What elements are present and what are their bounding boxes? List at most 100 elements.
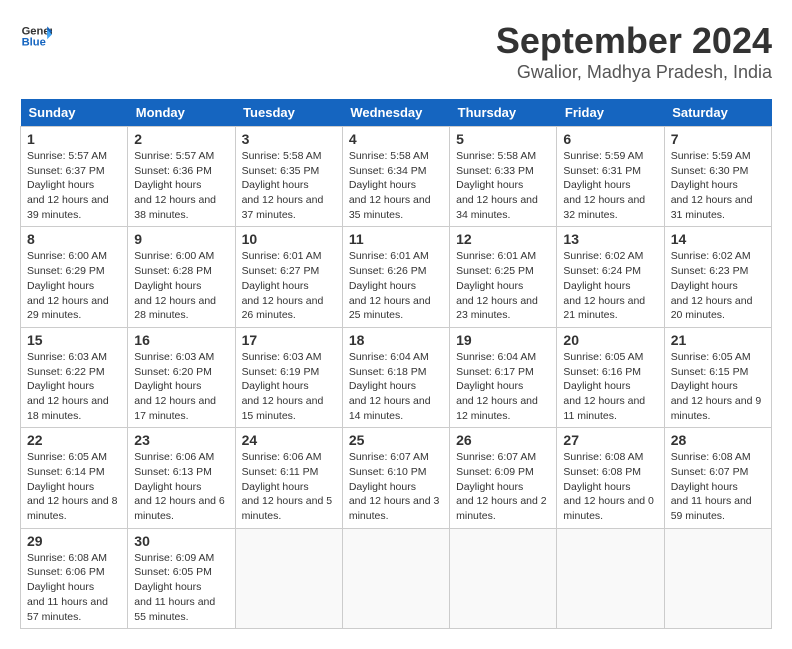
- day-number: 17: [242, 332, 336, 348]
- day-number: 13: [563, 231, 657, 247]
- day-number: 5: [456, 131, 550, 147]
- day-number: 21: [671, 332, 765, 348]
- day-number: 23: [134, 432, 228, 448]
- table-row: 2 Sunrise: 5:57 AMSunset: 6:36 PMDayligh…: [128, 127, 235, 227]
- day-number: 25: [349, 432, 443, 448]
- day-number: 10: [242, 231, 336, 247]
- day-info: Sunrise: 6:04 AMSunset: 6:18 PMDaylight …: [349, 351, 431, 422]
- table-row: 7 Sunrise: 5:59 AMSunset: 6:30 PMDayligh…: [664, 127, 771, 227]
- calendar-row: 1 Sunrise: 5:57 AMSunset: 6:37 PMDayligh…: [21, 127, 772, 227]
- day-info: Sunrise: 5:57 AMSunset: 6:36 PMDaylight …: [134, 150, 216, 221]
- table-row: 22 Sunrise: 6:05 AMSunset: 6:14 PMDaylig…: [21, 428, 128, 528]
- table-row: 28 Sunrise: 6:08 AMSunset: 6:07 PMDaylig…: [664, 428, 771, 528]
- table-row: 23 Sunrise: 6:06 AMSunset: 6:13 PMDaylig…: [128, 428, 235, 528]
- table-row: 10 Sunrise: 6:01 AMSunset: 6:27 PMDaylig…: [235, 227, 342, 327]
- day-number: 4: [349, 131, 443, 147]
- table-row: 29 Sunrise: 6:08 AMSunset: 6:06 PMDaylig…: [21, 528, 128, 628]
- calendar-row: 8 Sunrise: 6:00 AMSunset: 6:29 PMDayligh…: [21, 227, 772, 327]
- table-row: 5 Sunrise: 5:58 AMSunset: 6:33 PMDayligh…: [450, 127, 557, 227]
- table-row: 13 Sunrise: 6:02 AMSunset: 6:24 PMDaylig…: [557, 227, 664, 327]
- table-row: 1 Sunrise: 5:57 AMSunset: 6:37 PMDayligh…: [21, 127, 128, 227]
- header-tuesday: Tuesday: [235, 99, 342, 127]
- table-row: 30 Sunrise: 6:09 AMSunset: 6:05 PMDaylig…: [128, 528, 235, 628]
- day-number: 2: [134, 131, 228, 147]
- day-number: 28: [671, 432, 765, 448]
- day-info: Sunrise: 5:58 AMSunset: 6:35 PMDaylight …: [242, 150, 324, 221]
- calendar-row: 22 Sunrise: 6:05 AMSunset: 6:14 PMDaylig…: [21, 428, 772, 528]
- day-info: Sunrise: 6:01 AMSunset: 6:25 PMDaylight …: [456, 250, 538, 321]
- calendar-table: Sunday Monday Tuesday Wednesday Thursday…: [20, 99, 772, 629]
- day-number: 11: [349, 231, 443, 247]
- table-row: 17 Sunrise: 6:03 AMSunset: 6:19 PMDaylig…: [235, 327, 342, 427]
- table-row: 24 Sunrise: 6:06 AMSunset: 6:11 PMDaylig…: [235, 428, 342, 528]
- day-info: Sunrise: 6:04 AMSunset: 6:17 PMDaylight …: [456, 351, 538, 422]
- calendar-subtitle: Gwalior, Madhya Pradesh, India: [496, 62, 772, 83]
- table-row: 25 Sunrise: 6:07 AMSunset: 6:10 PMDaylig…: [342, 428, 449, 528]
- day-info: Sunrise: 6:01 AMSunset: 6:27 PMDaylight …: [242, 250, 324, 321]
- table-row: 26 Sunrise: 6:07 AMSunset: 6:09 PMDaylig…: [450, 428, 557, 528]
- calendar-title: September 2024: [496, 20, 772, 62]
- day-info: Sunrise: 6:03 AMSunset: 6:19 PMDaylight …: [242, 351, 324, 422]
- day-info: Sunrise: 6:06 AMSunset: 6:13 PMDaylight …: [134, 451, 225, 522]
- day-info: Sunrise: 5:57 AMSunset: 6:37 PMDaylight …: [27, 150, 109, 221]
- day-number: 18: [349, 332, 443, 348]
- table-row: 27 Sunrise: 6:08 AMSunset: 6:08 PMDaylig…: [557, 428, 664, 528]
- day-number: 1: [27, 131, 121, 147]
- day-info: Sunrise: 6:05 AMSunset: 6:14 PMDaylight …: [27, 451, 118, 522]
- day-info: Sunrise: 6:08 AMSunset: 6:07 PMDaylight …: [671, 451, 752, 522]
- day-number: 14: [671, 231, 765, 247]
- day-number: 19: [456, 332, 550, 348]
- day-info: Sunrise: 6:00 AMSunset: 6:29 PMDaylight …: [27, 250, 109, 321]
- table-row: [342, 528, 449, 628]
- day-number: 12: [456, 231, 550, 247]
- table-row: 15 Sunrise: 6:03 AMSunset: 6:22 PMDaylig…: [21, 327, 128, 427]
- header-saturday: Saturday: [664, 99, 771, 127]
- table-row: 8 Sunrise: 6:00 AMSunset: 6:29 PMDayligh…: [21, 227, 128, 327]
- day-info: Sunrise: 5:59 AMSunset: 6:30 PMDaylight …: [671, 150, 753, 221]
- day-number: 20: [563, 332, 657, 348]
- day-info: Sunrise: 6:03 AMSunset: 6:22 PMDaylight …: [27, 351, 109, 422]
- day-info: Sunrise: 5:58 AMSunset: 6:33 PMDaylight …: [456, 150, 538, 221]
- table-row: 18 Sunrise: 6:04 AMSunset: 6:18 PMDaylig…: [342, 327, 449, 427]
- svg-text:Blue: Blue: [22, 37, 46, 49]
- header-thursday: Thursday: [450, 99, 557, 127]
- header-wednesday: Wednesday: [342, 99, 449, 127]
- day-info: Sunrise: 6:07 AMSunset: 6:09 PMDaylight …: [456, 451, 547, 522]
- table-row: [664, 528, 771, 628]
- table-row: 16 Sunrise: 6:03 AMSunset: 6:20 PMDaylig…: [128, 327, 235, 427]
- day-number: 8: [27, 231, 121, 247]
- table-row: [235, 528, 342, 628]
- calendar-row: 15 Sunrise: 6:03 AMSunset: 6:22 PMDaylig…: [21, 327, 772, 427]
- day-number: 16: [134, 332, 228, 348]
- header-friday: Friday: [557, 99, 664, 127]
- day-info: Sunrise: 6:08 AMSunset: 6:08 PMDaylight …: [563, 451, 654, 522]
- logo: General Blue: [20, 20, 52, 52]
- day-info: Sunrise: 6:00 AMSunset: 6:28 PMDaylight …: [134, 250, 216, 321]
- day-number: 26: [456, 432, 550, 448]
- table-row: 11 Sunrise: 6:01 AMSunset: 6:26 PMDaylig…: [342, 227, 449, 327]
- day-info: Sunrise: 6:01 AMSunset: 6:26 PMDaylight …: [349, 250, 431, 321]
- header-sunday: Sunday: [21, 99, 128, 127]
- day-info: Sunrise: 6:06 AMSunset: 6:11 PMDaylight …: [242, 451, 333, 522]
- day-number: 29: [27, 533, 121, 549]
- day-number: 9: [134, 231, 228, 247]
- day-number: 30: [134, 533, 228, 549]
- table-row: [557, 528, 664, 628]
- table-row: [450, 528, 557, 628]
- table-row: 9 Sunrise: 6:00 AMSunset: 6:28 PMDayligh…: [128, 227, 235, 327]
- day-number: 15: [27, 332, 121, 348]
- day-info: Sunrise: 6:07 AMSunset: 6:10 PMDaylight …: [349, 451, 440, 522]
- table-row: 14 Sunrise: 6:02 AMSunset: 6:23 PMDaylig…: [664, 227, 771, 327]
- calendar-row: 29 Sunrise: 6:08 AMSunset: 6:06 PMDaylig…: [21, 528, 772, 628]
- day-info: Sunrise: 6:05 AMSunset: 6:16 PMDaylight …: [563, 351, 645, 422]
- table-row: 20 Sunrise: 6:05 AMSunset: 6:16 PMDaylig…: [557, 327, 664, 427]
- day-info: Sunrise: 6:02 AMSunset: 6:24 PMDaylight …: [563, 250, 645, 321]
- day-info: Sunrise: 5:59 AMSunset: 6:31 PMDaylight …: [563, 150, 645, 221]
- day-info: Sunrise: 6:03 AMSunset: 6:20 PMDaylight …: [134, 351, 216, 422]
- table-row: 21 Sunrise: 6:05 AMSunset: 6:15 PMDaylig…: [664, 327, 771, 427]
- calendar-header-row: Sunday Monday Tuesday Wednesday Thursday…: [21, 99, 772, 127]
- day-number: 27: [563, 432, 657, 448]
- title-section: September 2024 Gwalior, Madhya Pradesh, …: [496, 20, 772, 83]
- table-row: 4 Sunrise: 5:58 AMSunset: 6:34 PMDayligh…: [342, 127, 449, 227]
- table-row: 3 Sunrise: 5:58 AMSunset: 6:35 PMDayligh…: [235, 127, 342, 227]
